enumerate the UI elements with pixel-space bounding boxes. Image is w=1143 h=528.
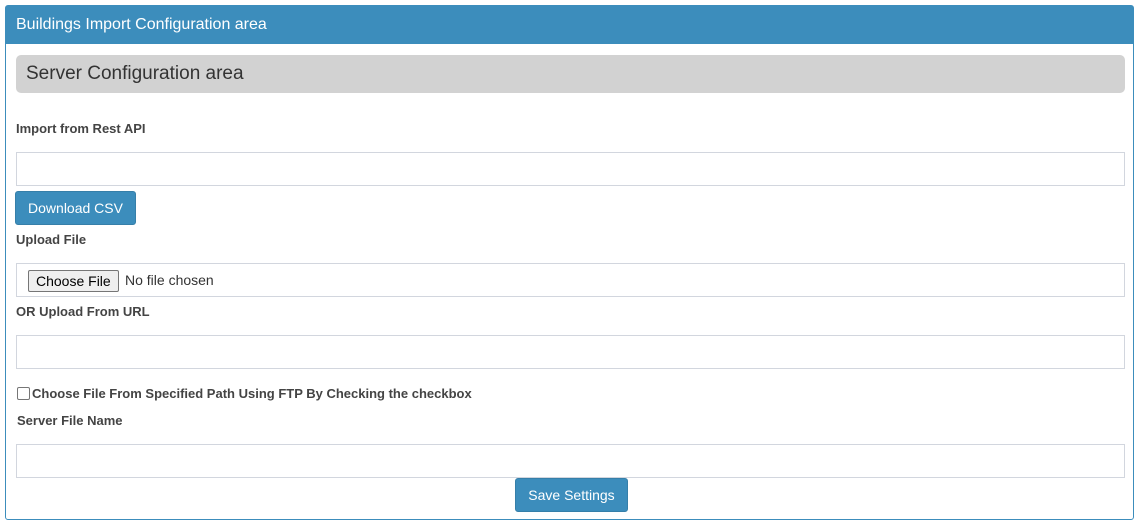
download-csv-button[interactable]: Download CSV bbox=[15, 191, 136, 225]
choose-file-button[interactable]: Choose File bbox=[28, 270, 119, 292]
save-settings-button[interactable]: Save Settings bbox=[515, 478, 628, 512]
ftp-checkbox-label[interactable]: Choose File From Specified Path Using FT… bbox=[32, 386, 472, 401]
section-title: Server Configuration area bbox=[16, 55, 1125, 93]
server-file-name-input[interactable] bbox=[16, 444, 1125, 478]
file-status-text: No file chosen bbox=[125, 272, 214, 288]
server-file-name-label: Server File Name bbox=[17, 413, 123, 428]
rest-api-input[interactable] bbox=[16, 152, 1125, 186]
import-config-panel: Buildings Import Configuration area Serv… bbox=[5, 5, 1134, 520]
panel-title: Buildings Import Configuration area bbox=[6, 6, 1133, 44]
ftp-checkbox[interactable] bbox=[17, 386, 30, 400]
upload-url-label: OR Upload From URL bbox=[16, 304, 150, 319]
ftp-checkbox-row[interactable]: Choose File From Specified Path Using FT… bbox=[17, 385, 472, 401]
rest-api-label: Import from Rest API bbox=[16, 121, 146, 136]
upload-url-input[interactable] bbox=[16, 335, 1125, 369]
file-upload-field: Choose File No file chosen bbox=[16, 263, 1125, 297]
upload-file-label: Upload File bbox=[16, 232, 87, 247]
